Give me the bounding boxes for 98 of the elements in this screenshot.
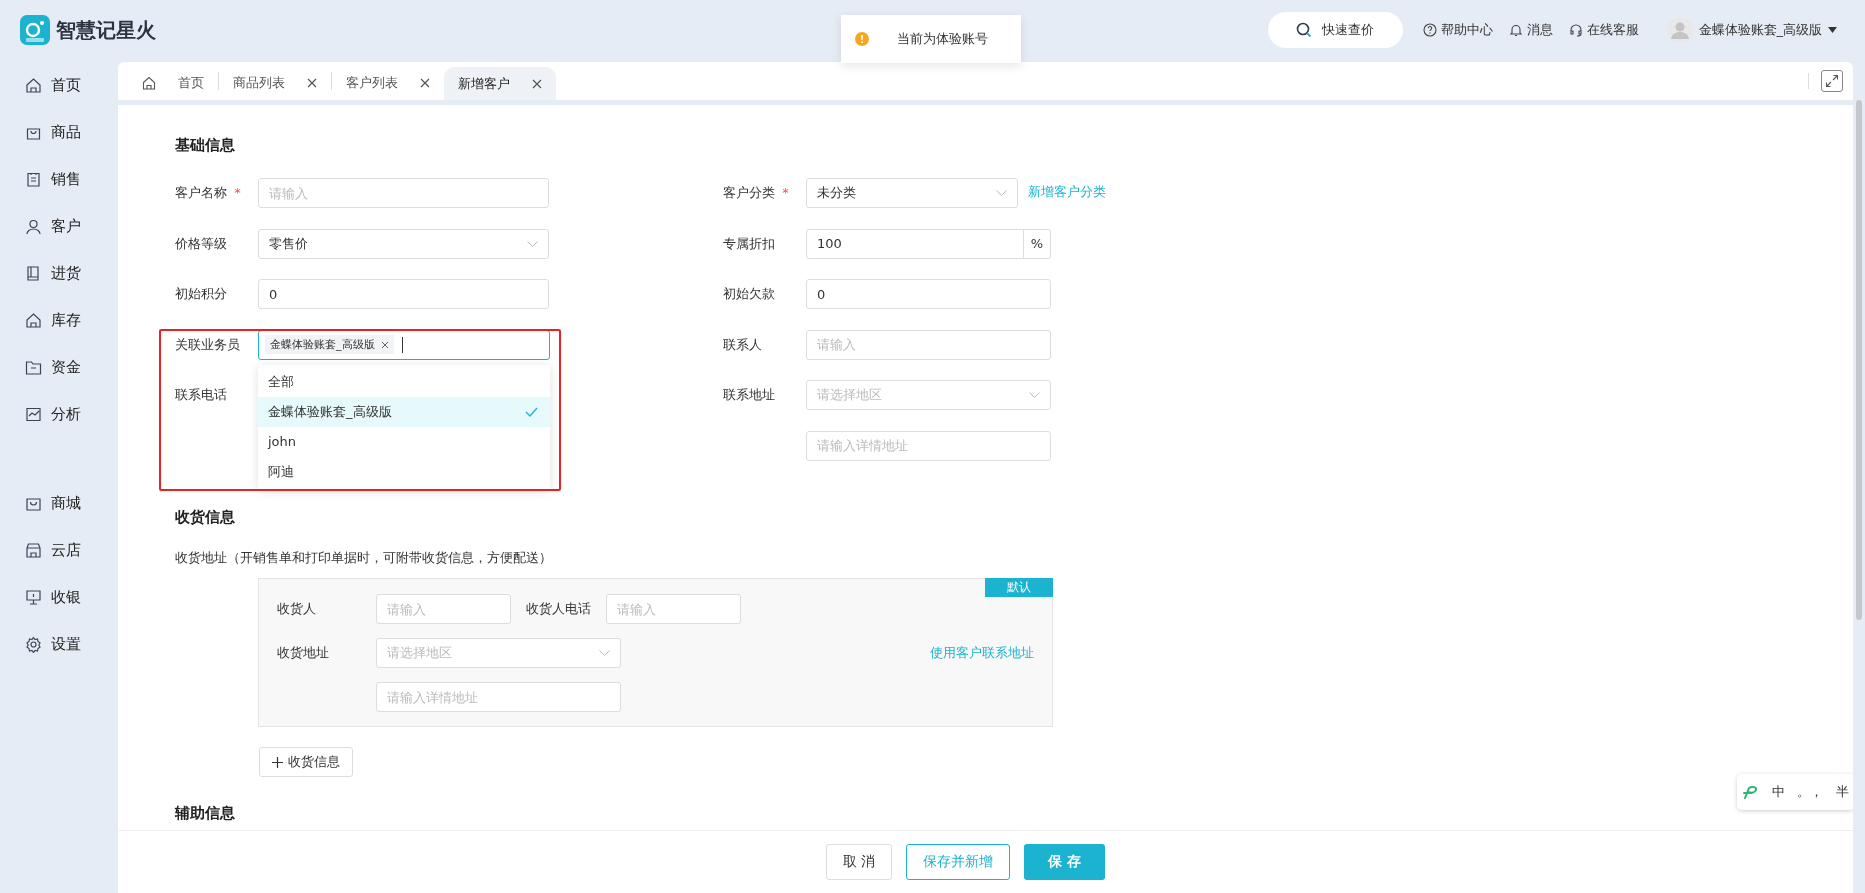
add-shipping-button[interactable]: 收货信息 [259,747,353,777]
tab[interactable]: 客户列表 [332,67,444,98]
field-label: 关联业务员 [175,336,240,352]
sidebar-item[interactable]: 销售 [0,156,118,203]
section-title: 基础信息 [175,136,235,155]
plus-icon [272,756,283,768]
bell-icon [1508,23,1523,37]
tab[interactable]: 商品列表 [219,67,331,98]
sidebar-item[interactable]: 首页 [0,62,118,109]
dropdown-option[interactable]: 金蝶体验账套_高级版 [258,396,550,427]
salesperson-select[interactable]: 金蝶体验账套_高级版 [258,329,550,360]
store-icon [25,542,42,559]
sidebar-item[interactable]: 分析 [0,391,118,438]
warning-icon [855,32,869,46]
selected-tag: 金蝶体验账套_高级版 [265,335,394,354]
home-icon [142,75,156,90]
fullscreen-button[interactable] [1821,70,1843,92]
field-label: 价格等级 [175,235,227,251]
field-label: 初始积分 [175,286,227,301]
scrollbar-thumb[interactable] [1856,100,1862,620]
header-link[interactable]: 消息 [1508,21,1553,39]
gear-icon [25,636,42,653]
sidebar-item[interactable]: 商城 [0,480,118,527]
chevron-icon [996,190,1007,196]
headset-icon [1568,23,1583,37]
logo-icon [20,15,50,45]
select-field[interactable]: 零售价 [258,228,549,259]
sidebar-item[interactable]: 设置 [0,621,118,668]
chevron-icon [599,650,610,656]
percent-suffix: % [1023,229,1050,258]
dropdown-option[interactable]: john [258,426,550,457]
doc-icon [25,171,42,188]
field-label: 收货人 [277,600,317,618]
folder-icon [25,359,42,376]
app-name: 智慧记星火 [56,16,156,44]
book-icon [25,265,42,282]
caret-icon [1828,27,1837,33]
required-mark: * [782,185,789,200]
field-label: 收货地址 [277,644,330,662]
dropdown-option[interactable]: 全部 [258,366,550,397]
text-field[interactable]: 请输入详情地址 [806,430,1051,461]
field-label: 客户分类 [723,185,775,200]
chevron-icon [1029,392,1040,398]
ime-mode[interactable]: 。， [1797,783,1824,801]
select-field[interactable]: 未分类 [806,178,1018,208]
text-field[interactable]: 0 [258,279,549,309]
ime-logo-icon [1743,785,1760,799]
expand-icon [1825,74,1839,88]
tab[interactable]: 新增客户 [444,67,556,100]
section-title: 收货信息 [175,508,235,527]
toast-text: 当前为体验账号 [897,30,988,48]
sidebar-item[interactable]: 客户 [0,203,118,250]
text-field[interactable]: 请输入 [376,594,511,624]
close-icon[interactable] [532,78,542,89]
check-icon [525,406,538,417]
sidebar-item[interactable]: 库存 [0,297,118,344]
text-field[interactable]: 0 [806,279,1051,309]
field-label: 联系地址 [723,387,775,402]
dropdown-option[interactable]: 阿迪 [258,456,550,487]
ime-mode[interactable]: 半 [1835,783,1849,801]
ime-mode[interactable]: 中 [1771,783,1785,801]
field-label: 联系人 [723,336,762,352]
required-mark: * [234,185,241,200]
footer-button[interactable]: 取 消 [825,844,893,880]
sidebar-item[interactable]: 商品 [0,109,118,156]
close-icon[interactable] [420,77,430,88]
help-icon [1422,23,1437,37]
text-field[interactable]: 请输入 [258,178,549,208]
text-field[interactable]: 请输入详情地址 [376,682,621,712]
field-label: 专属折扣 [723,235,775,251]
header-link[interactable]: 帮助中心 [1422,21,1493,39]
sidebar-item[interactable]: 收银 [0,574,118,621]
search-icon [1296,22,1312,38]
sidebar-item[interactable]: 资金 [0,344,118,391]
sidebar-item[interactable]: 云店 [0,527,118,574]
home-icon [25,77,42,94]
header-link[interactable]: 在线客服 [1568,21,1639,39]
field-label: 初始欠款 [723,286,775,301]
section-title: 辅助信息 [175,804,235,823]
user-menu[interactable]: 金蝶体验账套_高级版 [1666,17,1837,43]
quick-price-search[interactable]: 快速查价 [1267,12,1403,48]
chart-icon [25,406,42,423]
text-field[interactable]: 请输入 [806,329,1051,360]
field-label: 联系电话 [175,387,227,402]
shipping-note: 收货地址（开销售单和打印单据时，可附带收货信息，方便配送） [175,549,553,567]
default-badge: 默认 [985,578,1053,597]
discount-field[interactable]: 100 % [806,228,1051,259]
field-label: 客户名称 [175,185,227,200]
house-icon [25,312,42,329]
text-field[interactable]: 请输入 [606,594,741,624]
sidebar-item[interactable]: 进货 [0,250,118,297]
avatar-icon [1666,17,1693,43]
close-icon[interactable] [307,77,317,88]
user-icon [25,218,42,235]
close-icon[interactable] [380,340,389,349]
field-label: 收货人电话 [526,600,591,618]
tab[interactable]: 首页 [128,67,218,98]
chevron-icon [527,240,538,247]
